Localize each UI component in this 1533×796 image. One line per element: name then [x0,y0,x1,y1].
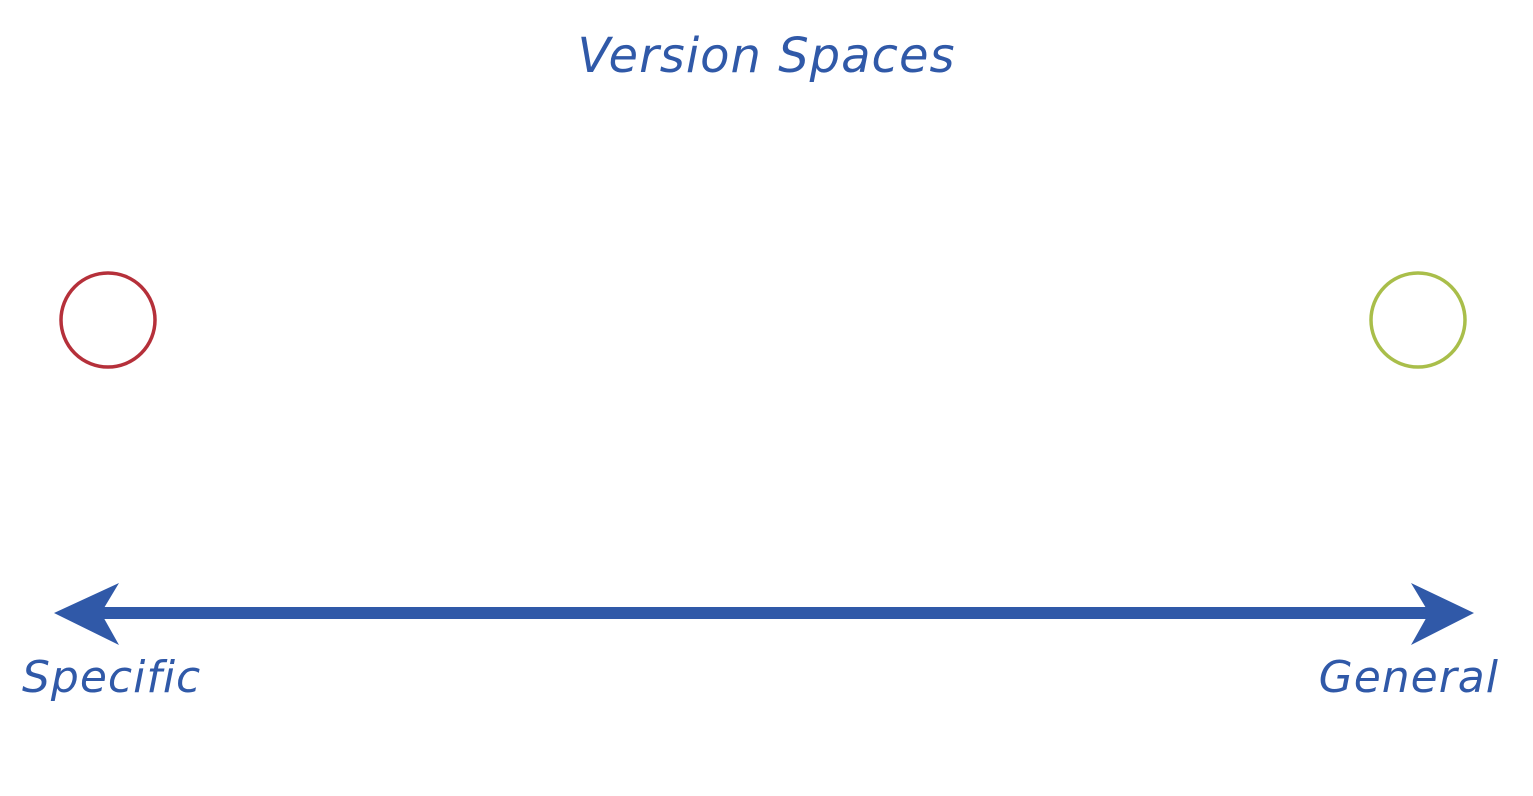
specific-circle [59,271,157,369]
diagram-graphics [54,271,1474,645]
general-circle [1369,271,1467,369]
specific-general-arrow [54,583,1474,645]
general-label: General [1318,652,1499,703]
diagram-canvas: Version Spaces Specific General [0,0,1533,796]
specific-label: Specific [22,652,202,703]
